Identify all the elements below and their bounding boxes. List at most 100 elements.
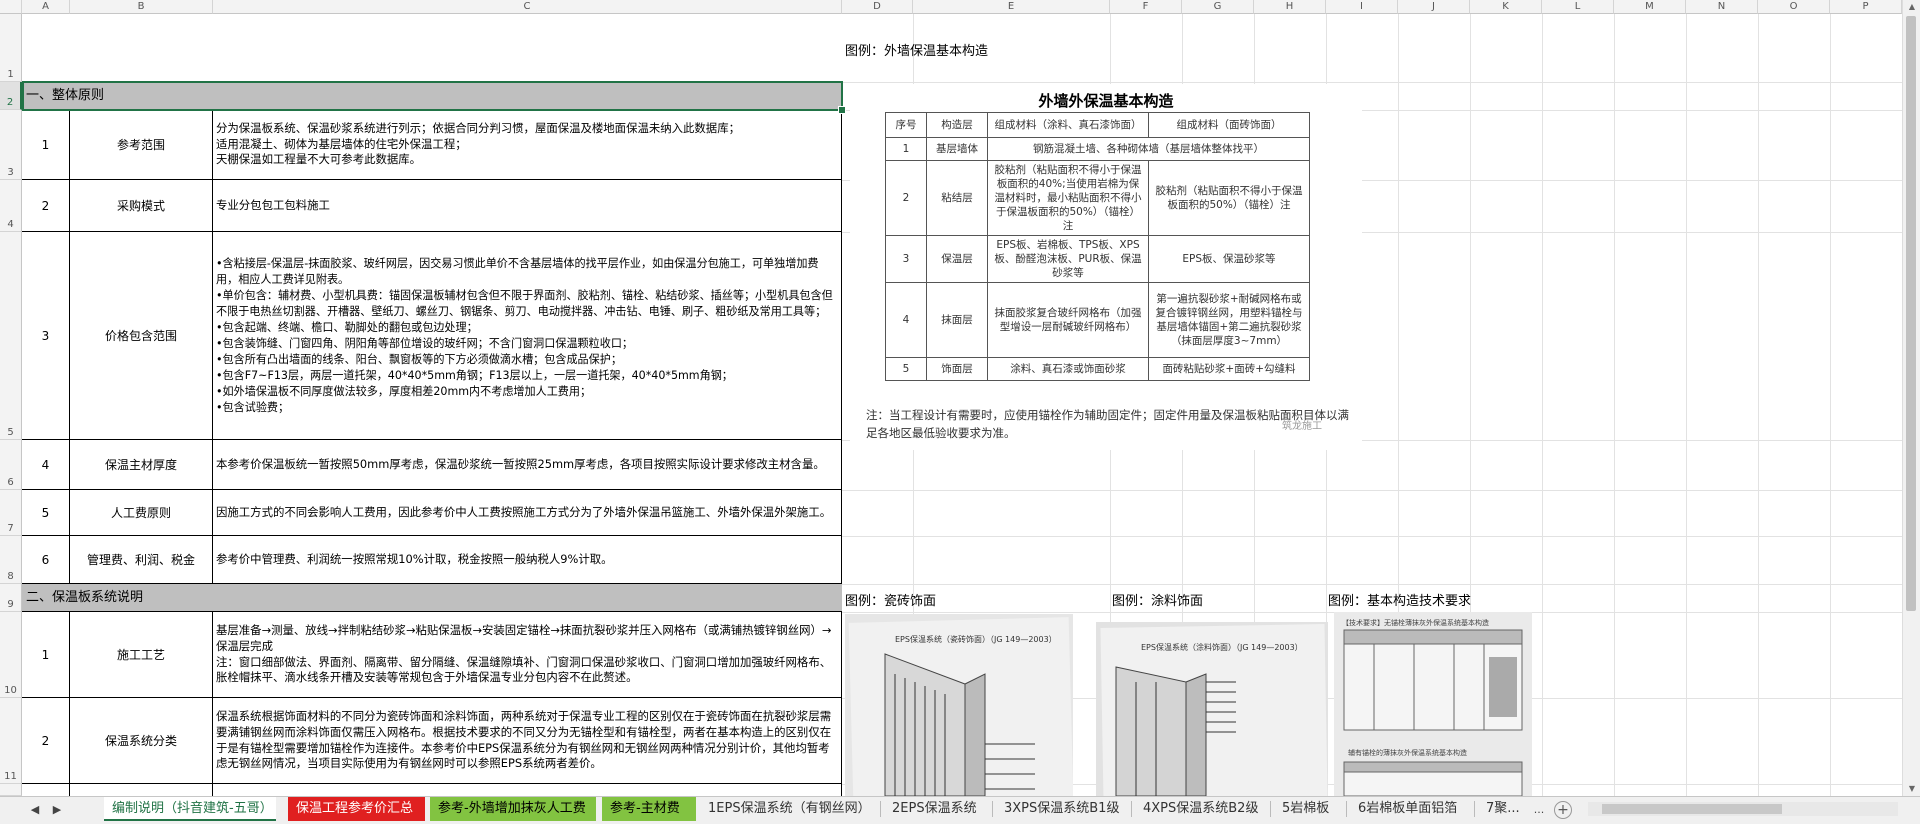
column-header-j[interactable]: J [1398, 0, 1470, 14]
tab-main-material[interactable]: 参考-主材费 [602, 797, 696, 821]
structure-cell: 面砖粘贴砂浆+面砖+勾缝料 [1148, 357, 1310, 381]
item-name[interactable]: 参考范围 [70, 110, 213, 180]
legend-tech-label[interactable]: 图例：基本构造技术要求 [1328, 590, 1471, 609]
column-header-g[interactable]: G [1182, 0, 1254, 14]
item-no[interactable]: 6 [22, 536, 70, 584]
horizontal-scrollbar[interactable] [1588, 802, 1898, 816]
item-name[interactable]: 采购模式 [70, 180, 213, 232]
section-header-2[interactable]: 二、保温板系统说明 [22, 584, 842, 612]
item-content[interactable]: •含粘接层-保温层-抹面胶浆、玻纤网层，因交易习惯此单价不含基层墙体的找平层作业… [213, 232, 842, 440]
structure-cell: 1 [885, 137, 927, 161]
item-content[interactable] [213, 784, 842, 796]
column-header-i[interactable]: I [1326, 0, 1398, 14]
item-name[interactable]: 价格包含范围 [70, 232, 213, 440]
structure-header: 构造层 [926, 112, 988, 138]
item-no[interactable]: 2 [22, 180, 70, 232]
select-all-corner[interactable] [0, 0, 22, 14]
add-sheet-icon[interactable]: + [1554, 801, 1572, 819]
column-header-a[interactable]: A [22, 0, 70, 14]
column-header-n[interactable]: N [1686, 0, 1758, 14]
tab-eps-mesh[interactable]: 1EPS保温系统（有钢丝网） [700, 797, 872, 821]
item-no[interactable]: 5 [22, 490, 70, 536]
row-header-7[interactable]: 7 [0, 490, 22, 536]
item-name[interactable] [70, 784, 213, 796]
tab-insulation-summary[interactable]: 保温工程参考价汇总 [288, 797, 425, 821]
structure-table-image[interactable]: 外墙外保温基本构造 序号 构造层 组成材料（涂料、真石漆饰面） 组成材料（面砖饰… [850, 84, 1362, 450]
column-header-m[interactable]: M [1614, 0, 1686, 14]
row-header-6[interactable]: 6 [0, 440, 22, 490]
row-header-10[interactable]: 10 [0, 612, 22, 698]
item-content[interactable]: 因施工方式的不同会影响人工费用，因此参考价中人工费按照施工方式分为了外墙外保温吊… [213, 490, 842, 536]
tab-more-sheets[interactable]: 7聚... [1478, 797, 1528, 821]
tab-rock-wool-foil[interactable]: 6岩棉板单面铝箔 [1350, 797, 1472, 821]
column-header-b[interactable]: B [70, 0, 213, 14]
item-no[interactable]: 3 [22, 232, 70, 440]
item-content[interactable]: 参考价中管理费、利润统一按照常规10%计取，税金按照一般纳税人9%计取。 [213, 536, 842, 584]
row-header-9[interactable]: 9 [0, 584, 22, 612]
row-header-8[interactable]: 8 [0, 536, 22, 584]
tab-separator [1474, 801, 1475, 817]
legend-tile-label[interactable]: 图例：瓷砖饰面 [845, 590, 936, 609]
paint-facing-photo[interactable]: EPS保温系统（涂料饰面）（JG 149—2003） [1096, 622, 1328, 796]
paint-facing-diagram [1115, 666, 1236, 796]
tab-prev-icon[interactable]: ◀ [26, 801, 44, 819]
item-content[interactable]: 本参考价保温板统一暂按照50mm厚考虑，保温砂浆统一暂按照25mm厚考虑，各项目… [213, 440, 842, 490]
item-no[interactable]: 2 [22, 698, 70, 784]
column-header-d[interactable]: D [842, 0, 913, 14]
column-header-k[interactable]: K [1470, 0, 1542, 14]
row-header-5[interactable]: 5 [0, 232, 22, 440]
column-header-p[interactable]: P [1830, 0, 1902, 14]
column-header-c[interactable]: C [213, 0, 842, 14]
item-content[interactable]: 专业分包包工包料施工 [213, 180, 842, 232]
row-header-3[interactable]: 3 [0, 110, 22, 180]
row-header-11[interactable]: 11 [0, 698, 22, 784]
item-no[interactable]: 4 [22, 440, 70, 490]
vertical-scroll-thumb[interactable] [1906, 16, 1916, 611]
tab-separator [1270, 801, 1271, 817]
tab-xps-b1[interactable]: 3XPS保温系统B1级 [996, 797, 1124, 821]
row-header-2[interactable]: 2 [0, 82, 22, 110]
structure-cell: 4 [885, 282, 927, 358]
item-no[interactable]: 1 [22, 110, 70, 180]
more-tabs-icon[interactable]: ... [1530, 801, 1548, 819]
tile-facing-photo[interactable]: EPS保温系统（瓷砖饰面）（JG 149—2003） [845, 614, 1073, 796]
tab-compilation-notes[interactable]: 编制说明（抖音建筑-五哥） [104, 797, 276, 821]
item-name[interactable]: 人工费原则 [70, 490, 213, 536]
item-content[interactable]: 基层准备→测量、放线→拌制粘结砂浆→粘贴保温板→安装固定锚栓→抹面抗裂砂浆并压入… [213, 612, 842, 698]
tab-rock-wool[interactable]: 5岩棉板 [1274, 797, 1344, 821]
item-content[interactable]: 分为保温板系统、保温砂浆系统进行列示；依据合同分判习惯，屋面保温及楼地面保温未纳… [213, 110, 842, 180]
structure-cell: 抹面胶浆复合玻纤网格布（加强型增设一层耐碱玻纤网格布） [987, 282, 1149, 358]
column-header-e[interactable]: E [913, 0, 1110, 14]
tab-eps[interactable]: 2EPS保温系统 [884, 797, 984, 821]
tech-requirements-photo[interactable]: 【技术要求】无锚栓薄抹灰外保温系统基本构造 辅有锚栓的薄抹灰外保温系统基本构造 [1334, 612, 1532, 796]
row-header-4[interactable]: 4 [0, 180, 22, 232]
column-header-h[interactable]: H [1254, 0, 1326, 14]
column-header-l[interactable]: L [1542, 0, 1614, 14]
row-header-12[interactable] [0, 784, 22, 796]
scroll-up-icon[interactable]: ▲ [1903, 0, 1920, 14]
item-no[interactable]: 1 [22, 612, 70, 698]
legend-paint-label[interactable]: 图例：涂料饰面 [1112, 590, 1203, 609]
horizontal-scroll-thumb[interactable] [1602, 804, 1782, 814]
tab-plaster-labor[interactable]: 参考-外墙增加抹灰人工费 [430, 797, 596, 821]
vertical-scrollbar[interactable]: ▲ ▼ [1902, 0, 1920, 796]
legend-main-label[interactable]: 图例：外墙保温基本构造 [845, 40, 988, 59]
item-name[interactable]: 管理费、利润、税金 [70, 536, 213, 584]
section-header-1[interactable]: 一、整体原则 [22, 82, 842, 110]
structure-cell: 保温层 [926, 235, 988, 283]
tab-next-icon[interactable]: ▶ [48, 801, 66, 819]
scroll-down-icon[interactable]: ▼ [1903, 782, 1920, 796]
column-header-f[interactable]: F [1110, 0, 1182, 14]
item-name[interactable]: 保温系统分类 [70, 698, 213, 784]
item-content[interactable]: 保温系统根据饰面材料的不同分为瓷砖饰面和涂料饰面，两种系统对于保温专业工程的区别… [213, 698, 842, 784]
item-name[interactable]: 保温主材厚度 [70, 440, 213, 490]
structure-cell: 抹面层 [926, 282, 988, 358]
sheet-tab-bar: ◀ ▶ 编制说明（抖音建筑-五哥） 保温工程参考价汇总 参考-外墙增加抹灰人工费… [0, 796, 1920, 824]
column-header-o[interactable]: O [1758, 0, 1830, 14]
row-header-1[interactable]: 1 [0, 14, 22, 82]
fill-handle[interactable] [838, 106, 846, 114]
tab-xps-b2[interactable]: 4XPS保温系统B2级 [1135, 797, 1265, 821]
spreadsheet-grid[interactable]: A B C D E F G H I J K L M N O P 1 2 3 4 … [0, 0, 1902, 796]
item-no[interactable] [22, 784, 70, 796]
item-name[interactable]: 施工工艺 [70, 612, 213, 698]
